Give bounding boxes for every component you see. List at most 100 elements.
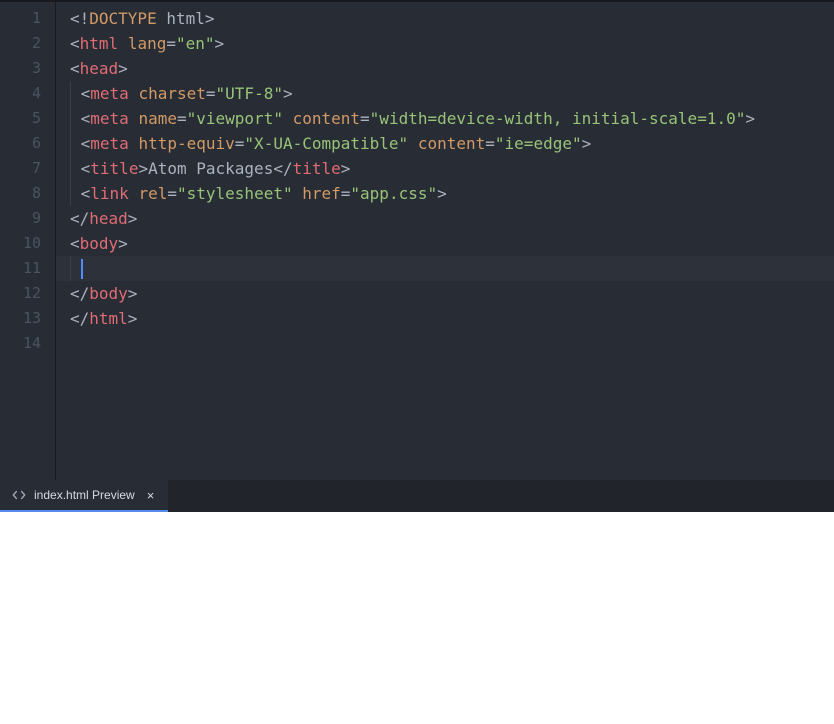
punct: </ <box>70 209 89 228</box>
line-number: 4 <box>0 81 55 106</box>
string: "ie=edge" <box>495 134 582 153</box>
punct: < <box>81 159 91 178</box>
code-line[interactable]: </head> <box>70 206 834 231</box>
space <box>129 109 139 128</box>
space <box>129 84 139 103</box>
punct: = <box>360 109 370 128</box>
string: "viewport" <box>187 109 283 128</box>
indent-guide <box>70 131 71 156</box>
code-line[interactable]: </body> <box>70 281 834 306</box>
punct: > <box>128 309 138 328</box>
attr: href <box>302 184 341 203</box>
space <box>408 134 418 153</box>
line-number: 7 <box>0 156 55 181</box>
code-line[interactable]: <html lang="en"> <box>70 31 834 56</box>
title-text: Atom Packages <box>148 159 273 178</box>
preview-panel: index.html Preview × <box>0 480 834 724</box>
attr: content <box>418 134 485 153</box>
tag: link <box>90 184 129 203</box>
punct: > <box>582 134 592 153</box>
punct: > <box>745 109 755 128</box>
punct: <! <box>70 9 89 28</box>
code-line-active[interactable] <box>70 256 834 281</box>
tag: body <box>80 234 119 253</box>
punct: > <box>118 59 128 78</box>
punct: > <box>437 184 447 203</box>
punct: < <box>81 84 91 103</box>
attr: charset <box>138 84 205 103</box>
code-line[interactable]: <title>Atom Packages</title> <box>70 156 834 181</box>
code-line[interactable] <box>70 331 834 356</box>
string: "en" <box>176 34 215 53</box>
punct: < <box>70 34 80 53</box>
line-number: 11 <box>0 256 55 281</box>
punct: = <box>341 184 351 203</box>
indent-guide <box>70 106 71 131</box>
doctype-keyword: DOCTYPE <box>89 9 156 28</box>
tag: title <box>293 159 341 178</box>
line-number: 10 <box>0 231 55 256</box>
code-line[interactable]: </html> <box>70 306 834 331</box>
punct: < <box>81 109 91 128</box>
code-line[interactable]: <meta charset="UTF-8"> <box>70 81 834 106</box>
punct: > <box>205 9 215 28</box>
punct: < <box>70 59 80 78</box>
preview-tab-label: index.html Preview <box>34 488 135 502</box>
punct: </ <box>70 284 89 303</box>
code-line[interactable]: <link rel="stylesheet" href="app.css"> <box>70 181 834 206</box>
punct: < <box>81 134 91 153</box>
string: "X-UA-Compatible" <box>244 134 408 153</box>
code-icon <box>12 488 26 502</box>
line-number: 3 <box>0 56 55 81</box>
punct: = <box>167 184 177 203</box>
code-line[interactable]: <meta name="viewport" content="width=dev… <box>70 106 834 131</box>
tag: head <box>89 209 128 228</box>
code-line[interactable]: <meta http-equiv="X-UA-Compatible" conte… <box>70 131 834 156</box>
indent-guide <box>70 181 71 206</box>
line-number: 14 <box>0 331 55 356</box>
punct: = <box>166 34 176 53</box>
attr: rel <box>138 184 167 203</box>
line-number: 5 <box>0 106 55 131</box>
attr: name <box>138 109 177 128</box>
preview-tab-bar: index.html Preview × <box>0 480 834 512</box>
code-content[interactable]: <!DOCTYPE html> <html lang="en"> <head> … <box>56 2 834 480</box>
string: "stylesheet" <box>177 184 293 203</box>
tag: body <box>89 284 128 303</box>
space <box>129 134 139 153</box>
line-number: 13 <box>0 306 55 331</box>
text-cursor <box>81 259 83 279</box>
line-number: 8 <box>0 181 55 206</box>
punct: = <box>177 109 187 128</box>
punct: > <box>283 84 293 103</box>
tag: meta <box>90 84 129 103</box>
string: "width=device-width, initial-scale=1.0" <box>370 109 746 128</box>
close-icon[interactable]: × <box>143 488 159 503</box>
code-editor[interactable]: 1 2 3 4 5 6 7 8 9 10 11 12 13 14 <!DOCTY… <box>0 2 834 480</box>
attr: http-equiv <box>138 134 234 153</box>
punct: = <box>485 134 495 153</box>
punct: = <box>235 134 245 153</box>
preview-tab[interactable]: index.html Preview × <box>0 480 168 512</box>
code-line[interactable]: <head> <box>70 56 834 81</box>
space <box>118 34 128 53</box>
punct: < <box>81 184 91 203</box>
punct: </ <box>273 159 292 178</box>
tag: head <box>80 59 119 78</box>
line-number: 12 <box>0 281 55 306</box>
line-number-gutter: 1 2 3 4 5 6 7 8 9 10 11 12 13 14 <box>0 2 56 480</box>
line-number: 1 <box>0 6 55 31</box>
punct: > <box>215 34 225 53</box>
line-number: 6 <box>0 131 55 156</box>
code-line[interactable]: <!DOCTYPE html> <box>70 6 834 31</box>
tag: meta <box>90 109 129 128</box>
tag: html <box>80 34 119 53</box>
space <box>129 184 139 203</box>
string: "app.css" <box>350 184 437 203</box>
preview-content[interactable] <box>0 512 834 724</box>
punct: > <box>128 284 138 303</box>
space <box>283 109 293 128</box>
punct: < <box>70 234 80 253</box>
code-line[interactable]: <body> <box>70 231 834 256</box>
tag: title <box>90 159 138 178</box>
